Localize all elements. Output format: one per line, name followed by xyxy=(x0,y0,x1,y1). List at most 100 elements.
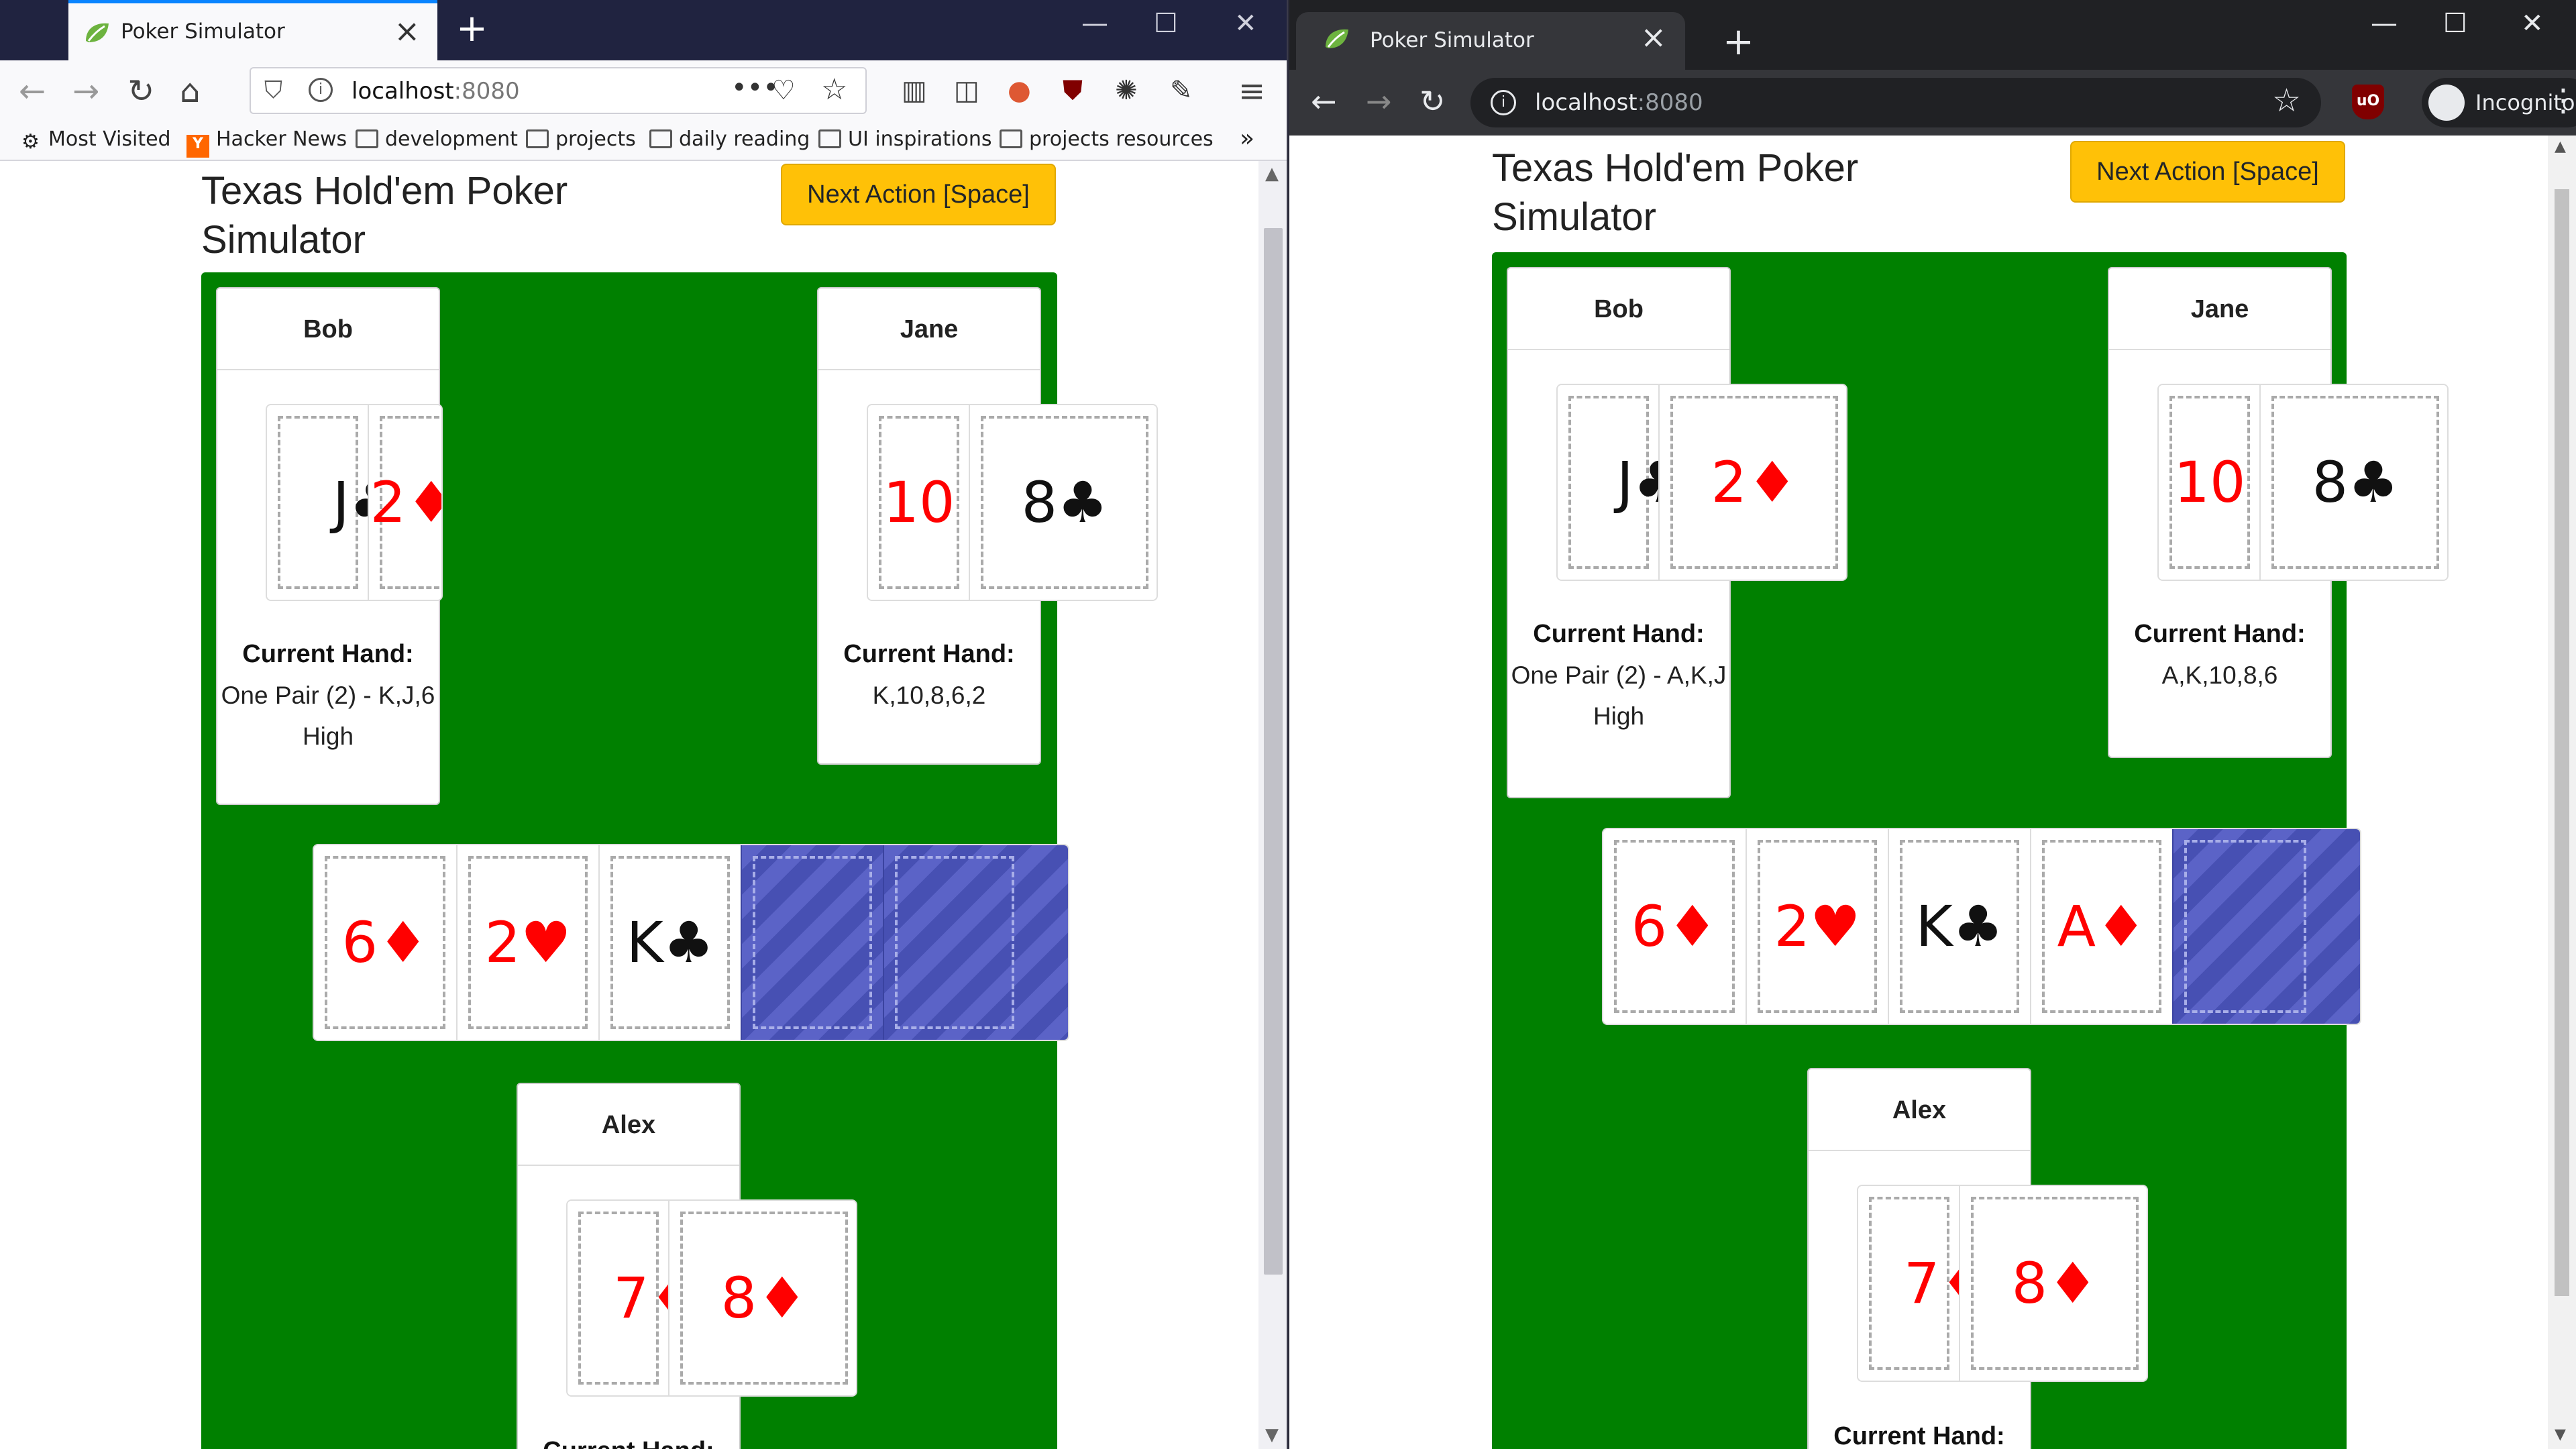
star-icon[interactable]: ☆ xyxy=(821,72,847,107)
playing-card: 2♥ xyxy=(456,845,598,1040)
scrollbar[interactable]: ▲ ▼ xyxy=(1258,161,1287,1449)
page-content: Texas Hold'em Poker Simulator Next Action… xyxy=(0,161,1287,1449)
pocket-icon[interactable]: ♡ xyxy=(771,75,796,106)
spring-leaf-icon xyxy=(1323,27,1351,54)
shield-icon[interactable]: ⛉ xyxy=(264,76,282,105)
info-icon[interactable]: i xyxy=(309,78,333,102)
current-hand-label: Current Hand: xyxy=(2134,620,2306,648)
bookmark-hacker-news[interactable]: Y Hacker News xyxy=(186,127,347,158)
player-jane: Jane 10 8♣ Current Hand: A,K,10,8,6 xyxy=(2108,267,2449,758)
tab-poker-simulator[interactable]: Poker Simulator × xyxy=(68,0,437,60)
spring-leaf-icon xyxy=(83,21,111,48)
chevron-right-icon[interactable]: » xyxy=(1240,125,1254,152)
bookmark-most-visited[interactable]: ⚙ Most Visited xyxy=(21,127,171,154)
card-label: 2♦ xyxy=(1711,449,1798,515)
card-label: A♦ xyxy=(2057,894,2147,959)
address-bar[interactable]: i localhost:8080 ☆ xyxy=(1470,78,2321,127)
new-tab-button[interactable]: + xyxy=(456,7,488,50)
scroll-down-icon[interactable]: ▼ xyxy=(2555,1426,2566,1443)
current-hand-label: Current Hand: xyxy=(518,1437,739,1449)
card-label: K♣ xyxy=(626,910,714,975)
scrollbar[interactable]: ▲ ▼ xyxy=(2548,136,2576,1449)
ublock-icon[interactable]: ⛊ xyxy=(1063,75,1083,106)
playing-card: 7♦ xyxy=(568,1201,700,1395)
home-icon[interactable]: ⌂ xyxy=(180,72,200,110)
playing-card: A♦ xyxy=(2030,829,2172,1024)
bookmark-daily-reading[interactable]: daily reading xyxy=(649,127,810,151)
card-label: 10 xyxy=(883,470,955,535)
ublock-icon[interactable]: uO xyxy=(2352,85,2384,119)
playing-card: 8♦ xyxy=(668,1201,856,1395)
folder-icon xyxy=(526,129,549,148)
forward-icon[interactable]: → xyxy=(72,72,99,110)
bookmark-projects-resources[interactable]: projects resources xyxy=(1000,127,1214,151)
incognito-icon xyxy=(2428,85,2465,121)
playing-card: 10 xyxy=(2159,385,2261,580)
address-bar[interactable]: ⛉ i localhost:8080 ••• ♡ ☆ xyxy=(250,67,867,114)
scroll-up-icon[interactable]: ▲ xyxy=(1265,164,1279,184)
tab-title: Poker Simulator xyxy=(121,19,285,44)
bookmark-ui-inspirations[interactable]: UI inspirations xyxy=(818,127,992,151)
hole-cards: J♣ 2♦ xyxy=(1556,384,1847,581)
duckduckgo-icon[interactable]: ● xyxy=(1008,75,1031,106)
playing-card: 8♣ xyxy=(2259,385,2447,580)
card-label: K♣ xyxy=(1915,894,2004,959)
current-hand-value: One Pair (2) - A,K,J High xyxy=(1511,661,1727,730)
playing-card: 6♦ xyxy=(314,845,456,1040)
current-hand-value: One Pair (2) - K,J,6 High xyxy=(221,682,435,750)
card-label: 6♦ xyxy=(341,910,429,975)
minimize-icon[interactable]: — xyxy=(2371,8,2398,39)
close-icon[interactable]: ✕ xyxy=(2521,8,2544,39)
player-name: Jane xyxy=(2109,268,2330,350)
info-icon[interactable]: i xyxy=(1491,90,1516,115)
reload-icon[interactable]: ↻ xyxy=(127,72,154,110)
url-text: localhost:8080 xyxy=(352,78,520,105)
page-title: Texas Hold'em Poker Simulator xyxy=(201,169,568,262)
minimize-icon[interactable]: — xyxy=(1081,8,1108,39)
reload-icon[interactable]: ↻ xyxy=(1419,83,1446,119)
current-hand-value: K,10,8,6,2 xyxy=(872,682,986,709)
playing-card: 8♣ xyxy=(969,405,1157,600)
player-name: Alex xyxy=(518,1084,739,1166)
forward-icon[interactable]: → xyxy=(1366,83,1392,119)
scroll-up-icon[interactable]: ▲ xyxy=(2555,138,2566,155)
playing-card: J♣ xyxy=(1558,385,1684,580)
tab-poker-simulator[interactable]: Poker Simulator × xyxy=(1296,12,1685,70)
player-jane: Jane 10 8♣ Current Hand: K,10,8,6,2 xyxy=(817,287,1158,765)
extension-icon[interactable]: ✺ xyxy=(1115,75,1138,106)
bookmark-projects[interactable]: projects xyxy=(526,127,636,151)
scroll-down-icon[interactable]: ▼ xyxy=(1265,1425,1279,1445)
playing-card: K♣ xyxy=(598,845,741,1040)
hole-cards: 7♦ 8♦ xyxy=(1857,1185,2148,1382)
close-tab-icon[interactable]: × xyxy=(394,13,420,49)
close-tab-icon[interactable]: × xyxy=(1640,19,1666,55)
player-bob: Bob J♣ 2♦ Current Hand: One Pair (2) - A… xyxy=(1507,267,1847,798)
new-tab-button[interactable]: + xyxy=(1723,20,1754,64)
folder-icon xyxy=(356,129,378,148)
menu-icon[interactable]: ⋮ xyxy=(2548,82,2576,118)
poker-table: Bob J♣ 2♦ Current Hand: One Pair (2) - K… xyxy=(201,272,1158,1449)
playing-card: 2♦ xyxy=(368,405,441,600)
back-icon[interactable]: ← xyxy=(1311,83,1337,119)
bookmark-development[interactable]: development xyxy=(356,127,518,151)
back-icon[interactable]: ← xyxy=(19,72,46,110)
card-label: 8♦ xyxy=(720,1265,808,1331)
next-action-button[interactable]: Next Action [Space] xyxy=(2070,141,2345,203)
close-icon[interactable]: ✕ xyxy=(1234,8,1257,39)
scrollbar-thumb[interactable] xyxy=(1264,228,1283,1275)
scrollbar-thumb[interactable] xyxy=(2555,189,2569,1296)
sidebar-icon[interactable]: ◫ xyxy=(954,75,979,106)
extension-badge-icon[interactable]: ✎ xyxy=(1170,75,1193,106)
library-icon[interactable]: ▥ xyxy=(902,75,927,106)
current-hand-label: Current Hand: xyxy=(242,640,414,668)
current-hand-value: A,K,10,8,6 xyxy=(2161,661,2278,689)
star-icon[interactable]: ☆ xyxy=(2272,82,2301,119)
menu-icon[interactable]: ≡ xyxy=(1238,72,1265,110)
firefox-window: Poker Simulator × + — ☐ ✕ ← → ↻ ⌂ ⛉ i lo… xyxy=(0,0,1288,1449)
card-label: 6♦ xyxy=(1631,894,1718,959)
maximize-icon[interactable]: ☐ xyxy=(2443,8,2467,39)
next-action-button[interactable]: Next Action [Space] xyxy=(781,164,1056,225)
maximize-icon[interactable]: ☐ xyxy=(1154,8,1178,39)
player-alex: Alex 7♦ 8♦ Current Hand: xyxy=(1807,1068,2148,1449)
card-label: 2♥ xyxy=(484,910,572,975)
